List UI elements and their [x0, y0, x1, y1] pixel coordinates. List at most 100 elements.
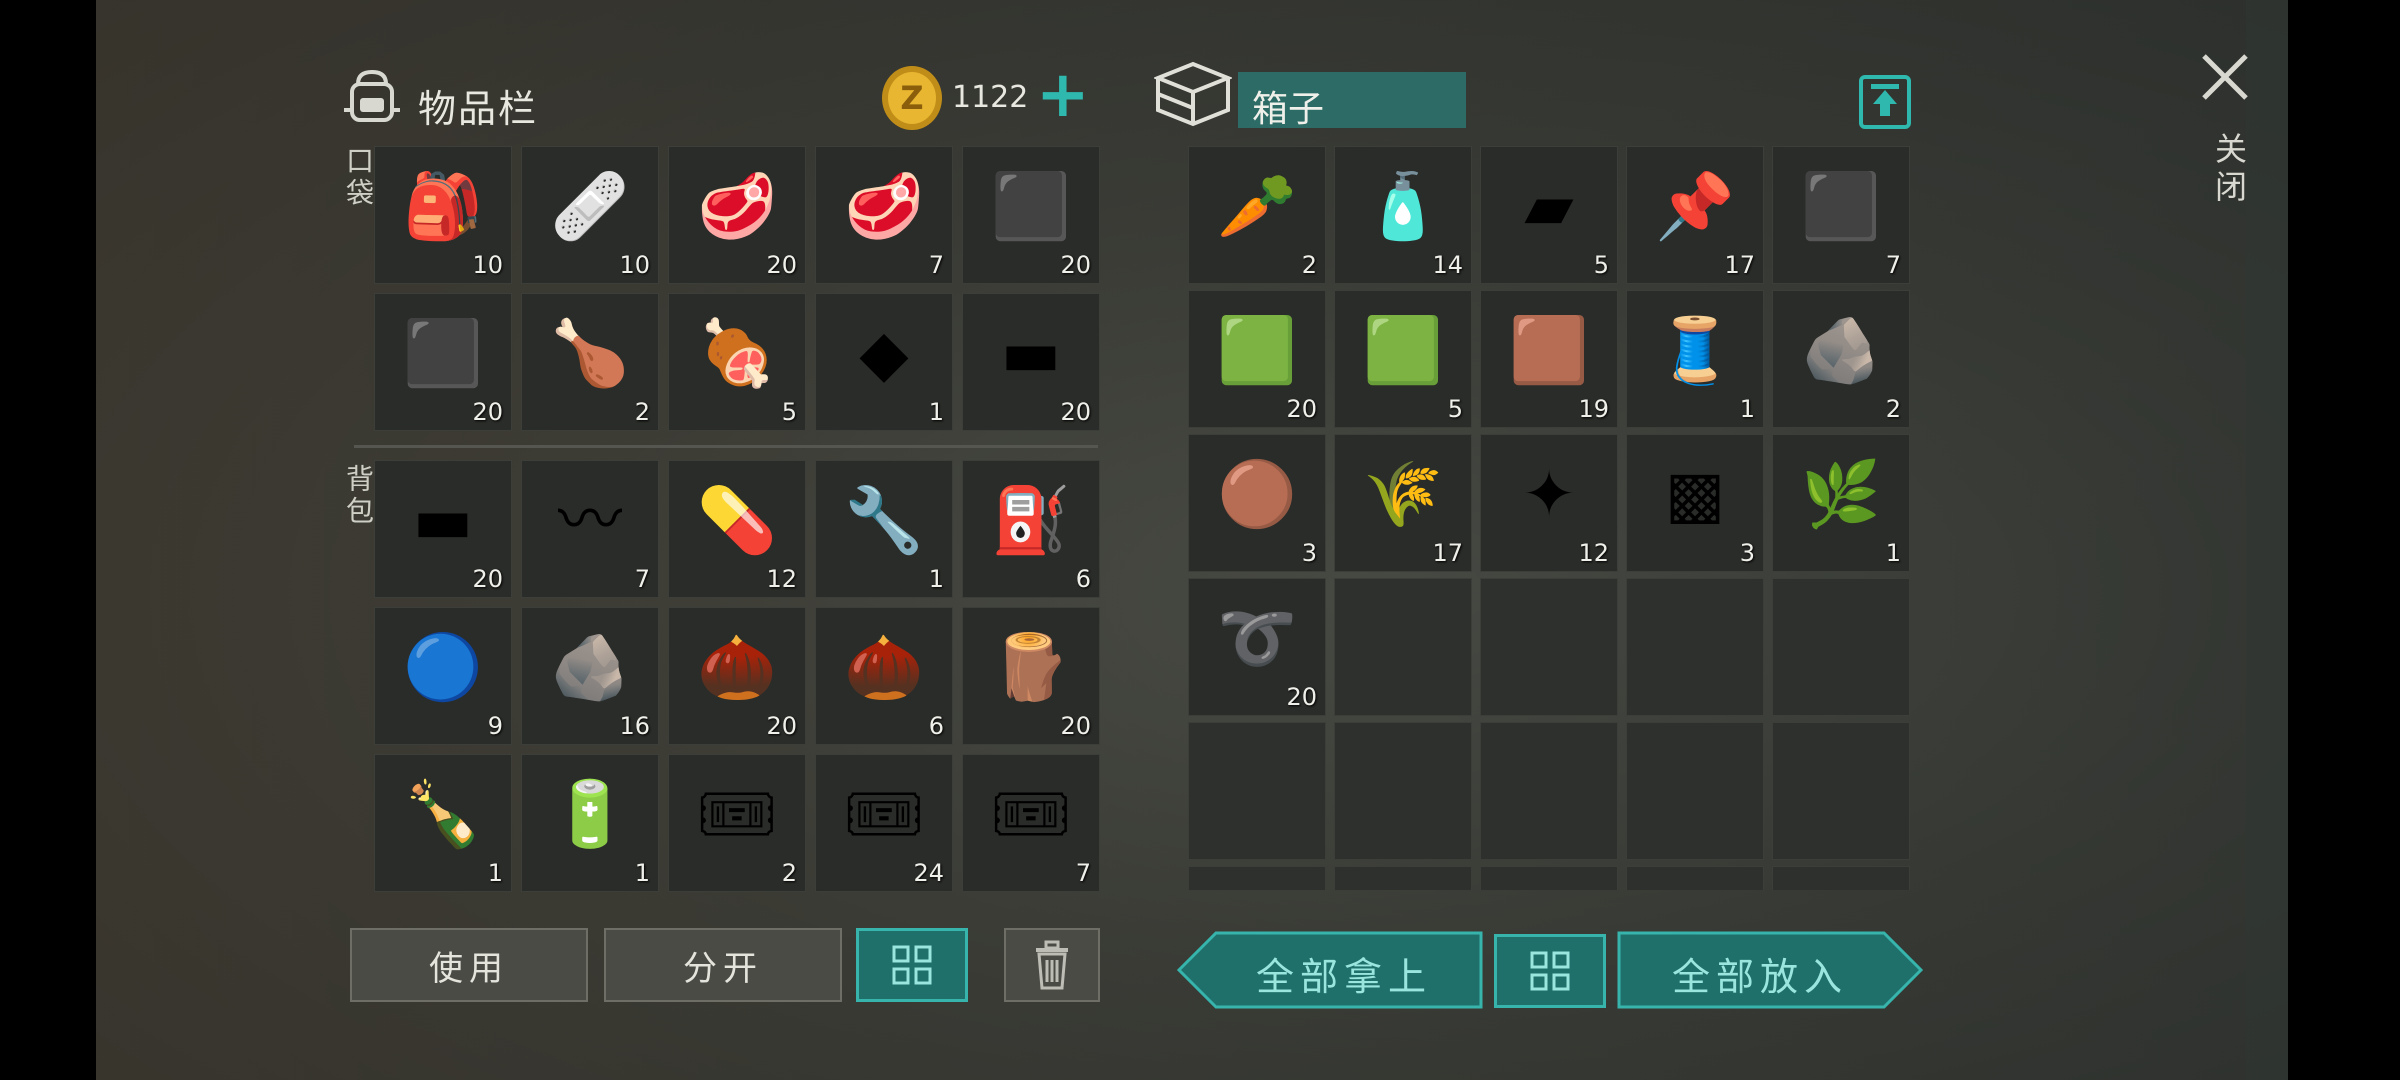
- box.items-slot-water-bottle[interactable]: 🧴 14: [1334, 146, 1472, 284]
- box.items-slot-leather[interactable]: 🟫 19: [1480, 290, 1618, 428]
- metal-ingots-icon: ▰: [1524, 170, 1574, 244]
- grid-icon: [892, 945, 932, 985]
- inventory.pocket_items-slot-roasted-chicken[interactable]: 🍗 2: [521, 293, 659, 431]
- item-count: 2: [634, 398, 650, 426]
- inventory.backpack_items-slot-soda-bottle[interactable]: 🍾 1: [374, 754, 512, 892]
- box.items-slot-rope[interactable]: ➰ 20: [1188, 578, 1326, 716]
- item-count: 20: [1060, 398, 1091, 426]
- survival-kit-coupon-icon: 🎟: [843, 778, 925, 852]
- item-count: 20: [1060, 251, 1091, 279]
- inventory.pocket_items-slot-raw-meat[interactable]: 🥩 20: [668, 146, 806, 284]
- inventory.pocket_items-slot-raw-chicken[interactable]: 🍖 5: [668, 293, 806, 431]
- inventory.backpack_items-slot-seeds[interactable]: 🌰 20: [668, 607, 806, 745]
- combat-gear-coupon-icon: 🎟: [696, 778, 778, 852]
- empty-slot[interactable]: [1480, 722, 1618, 860]
- raw-meat-icon: 🥩: [697, 170, 777, 244]
- batteries-icon: 🔋: [550, 778, 630, 852]
- upload-button[interactable]: [1858, 74, 1912, 130]
- box.items-slot-wire-spool[interactable]: 🧵 1: [1626, 290, 1764, 428]
- cloth-icon: 🟩: [1363, 314, 1443, 388]
- game-screen: 物品栏 Z 1122 + 口袋 背包 🎒 10 🩹 10 🥩 20 🥩 7 ⬛ 20 ⬛ 20 🍗 2 🍖 5…: [96, 0, 2288, 1080]
- use-button[interactable]: 使用: [350, 928, 588, 1002]
- empty-slot[interactable]: [1772, 578, 1910, 716]
- inventory.backpack_items-slot-batteries[interactable]: 🔋 1: [521, 754, 659, 892]
- box.items-slot-burlap[interactable]: ▩ 3: [1626, 434, 1764, 572]
- spring-icon: 〰: [558, 484, 622, 558]
- box.items-slot-scrap-metal[interactable]: ✦ 12: [1480, 434, 1618, 572]
- empty-slot[interactable]: [1480, 578, 1618, 716]
- inventory.backpack_items-slot-log[interactable]: 🪵 20: [962, 607, 1100, 745]
- inventory.pocket_items-slot-wooden-plank[interactable]: ▬ 20: [962, 293, 1100, 431]
- take-all-label: 全部拿上: [1256, 955, 1433, 999]
- svg-text:Z: Z: [900, 79, 923, 117]
- close-icon: [2202, 54, 2248, 100]
- inventory.backpack_items-slot-iron-ore[interactable]: 🪨 16: [521, 607, 659, 745]
- box.items-slot-plant-fiber[interactable]: 🌿 1: [1772, 434, 1910, 572]
- inventory.backpack_items-slot-duct-tape[interactable]: 🔵 9: [374, 607, 512, 745]
- put-all-button[interactable]: 全部放入: [1616, 930, 1924, 1010]
- empty-slot[interactable]: [1188, 866, 1326, 890]
- box.items-slot-carrots[interactable]: 🥕 2: [1188, 146, 1326, 284]
- box.items-slot-stone[interactable]: 🪨 2: [1772, 290, 1910, 428]
- inventory.backpack_items-slot-combat-gear-coupon[interactable]: 🎟 2: [668, 754, 806, 892]
- inventory.backpack_items-slot-fuel-canister[interactable]: ⛽ 6: [962, 460, 1100, 598]
- item-count: 5: [781, 398, 797, 426]
- inventory.backpack_items-slot-seeds[interactable]: 🌰 6: [815, 607, 953, 745]
- empty-slot[interactable]: [1772, 866, 1910, 890]
- ration-coupon-icon: 🎟: [990, 778, 1072, 852]
- item-count: 20: [766, 712, 797, 740]
- box-title: 箱子: [1252, 89, 1325, 130]
- empty-slot[interactable]: [1188, 722, 1326, 860]
- item-count: 7: [634, 565, 650, 593]
- box.items-slot-cloth[interactable]: 🟩 20: [1188, 290, 1326, 428]
- item-count: 10: [472, 251, 503, 279]
- inventory.pocket_items-slot-metal-plate[interactable]: ◆ 1: [815, 293, 953, 431]
- item-count: 20: [1286, 683, 1317, 711]
- box.items-slot-copper-ore[interactable]: 🟤 3: [1188, 434, 1326, 572]
- add-coins-button[interactable]: +: [1036, 60, 1090, 130]
- empty-slot[interactable]: [1334, 866, 1472, 890]
- empty-slot[interactable]: [1626, 578, 1764, 716]
- inventory.pocket_items-slot-coal[interactable]: ⬛ 20: [374, 293, 512, 431]
- rope-icon: ➰: [1217, 602, 1297, 676]
- box.items-slot-metal-ingots[interactable]: ▰ 5: [1480, 146, 1618, 284]
- inventory.backpack_items-slot-pills-and-cards[interactable]: 💊 12: [668, 460, 806, 598]
- inventory.pocket_items-slot-coal[interactable]: ⬛ 20: [962, 146, 1100, 284]
- box-name-field[interactable]: 箱子: [1238, 72, 1466, 130]
- trash-button[interactable]: [1004, 928, 1100, 1002]
- empty-slot[interactable]: [1480, 866, 1618, 890]
- empty-slot[interactable]: [1772, 722, 1910, 860]
- inventory.pocket_items-slot-bandage[interactable]: 🩹 10: [521, 146, 659, 284]
- sort-grid-button[interactable]: [856, 928, 968, 1002]
- item-count: 12: [1578, 539, 1609, 567]
- inventory.backpack_items-slot-survival-kit-coupon[interactable]: 🎟 24: [815, 754, 953, 892]
- box.items-slot-fur[interactable]: 🌾 17: [1334, 434, 1472, 572]
- fuel-canister-icon: ⛽: [991, 484, 1071, 558]
- inventory.backpack_items-slot-ration-coupon[interactable]: 🎟 7: [962, 754, 1100, 892]
- item-count: 7: [1075, 859, 1091, 887]
- empty-slot[interactable]: [1626, 722, 1764, 860]
- inventory.pocket_items-slot-first-aid-bag[interactable]: 🎒 10: [374, 146, 512, 284]
- box.items-slot-cloth[interactable]: 🟩 5: [1334, 290, 1472, 428]
- inventory.backpack_items-slot-wrench[interactable]: 🔧 1: [815, 460, 953, 598]
- take-all-button[interactable]: 全部拿上: [1176, 930, 1484, 1010]
- empty-slot[interactable]: [1334, 578, 1472, 716]
- item-count: 19: [1578, 395, 1609, 423]
- close-button[interactable]: 关闭: [2198, 50, 2252, 210]
- box.items-slot-coal[interactable]: ⬛ 7: [1772, 146, 1910, 284]
- inventory.backpack_items-slot-spring[interactable]: 〰 7: [521, 460, 659, 598]
- item-count: 1: [928, 398, 944, 426]
- iron-ore-icon: 🪨: [550, 631, 630, 705]
- empty-slot[interactable]: [1626, 866, 1764, 890]
- empty-slot[interactable]: [1334, 722, 1472, 860]
- inventory.backpack_items-slot-wooden-plank[interactable]: ▬ 20: [374, 460, 512, 598]
- box-sort-grid-button[interactable]: [1494, 934, 1606, 1008]
- raw-meat-icon: 🥩: [844, 170, 924, 244]
- inventory.pocket_items-slot-raw-meat[interactable]: 🥩 7: [815, 146, 953, 284]
- leather-icon: 🟫: [1509, 314, 1589, 388]
- carrots-icon: 🥕: [1217, 170, 1297, 244]
- split-button[interactable]: 分开: [604, 928, 842, 1002]
- box-icon: [1152, 58, 1234, 130]
- box.items-slot-nails[interactable]: 📌 17: [1626, 146, 1764, 284]
- burlap-icon: ▩: [1664, 458, 1726, 532]
